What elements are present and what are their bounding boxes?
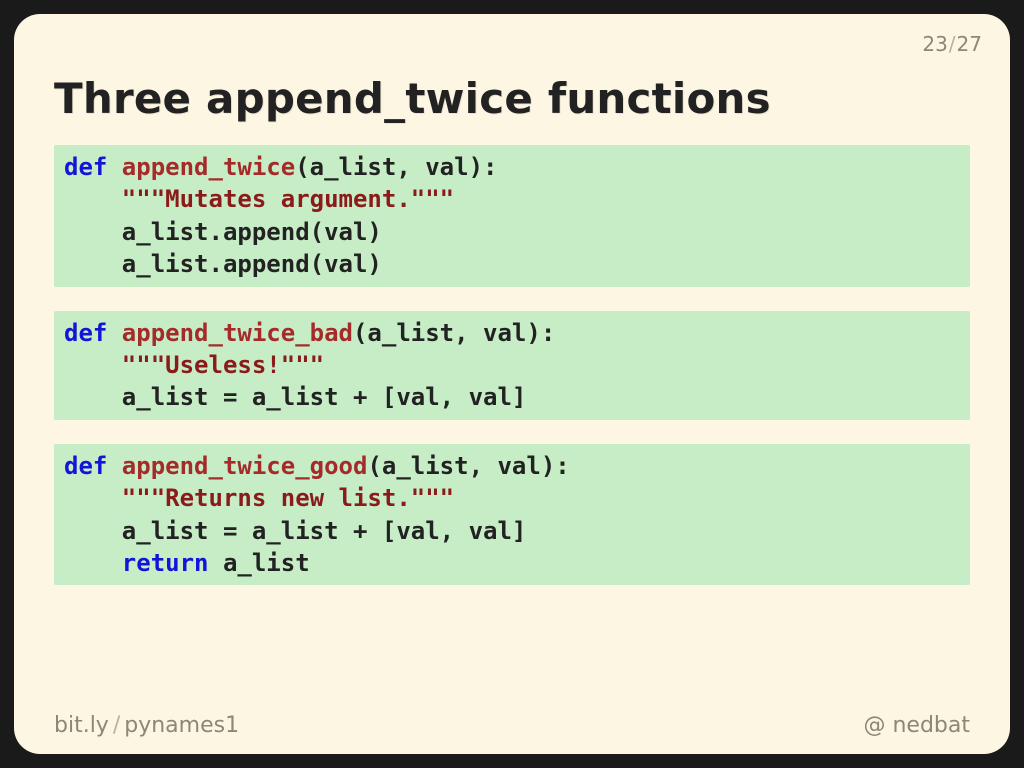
code-block-1: def append_twice(a_list, val): """Mutate… bbox=[54, 145, 970, 287]
kw-def: def bbox=[64, 319, 122, 347]
code-block-2: def append_twice_bad(a_list, val): """Us… bbox=[54, 311, 970, 420]
footer-link: bit.ly/pynames1 bbox=[54, 713, 239, 738]
page-current: 23 bbox=[922, 32, 947, 56]
indent bbox=[64, 351, 122, 379]
footer-handle: @ nedbat bbox=[863, 713, 970, 738]
kw-def: def bbox=[64, 452, 122, 480]
indent bbox=[64, 484, 122, 512]
code-line: a_list = a_list + [val, val] bbox=[64, 383, 526, 411]
fn-name: append_twice bbox=[122, 153, 295, 181]
at-sign: @ bbox=[863, 713, 885, 738]
page-total: 27 bbox=[957, 32, 982, 56]
docstring: """Returns new list.""" bbox=[122, 484, 454, 512]
docstring: """Mutates argument.""" bbox=[122, 185, 454, 213]
fn-params: (a_list, val): bbox=[367, 452, 569, 480]
docstring: """Useless!""" bbox=[122, 351, 324, 379]
fn-params: (a_list, val): bbox=[295, 153, 497, 181]
code-line: a_list.append(val) bbox=[64, 218, 382, 246]
slide-footer: bit.ly/pynames1 @ nedbat bbox=[54, 713, 970, 738]
fn-name: append_twice_bad bbox=[122, 319, 353, 347]
slide-title: Three append_twice functions bbox=[54, 74, 970, 123]
indent bbox=[64, 549, 122, 577]
slide-content: Three append_twice functions def append_… bbox=[54, 74, 970, 609]
code-line: a_list.append(val) bbox=[64, 250, 382, 278]
footer-link-host: bit.ly bbox=[54, 713, 109, 738]
code-rest: a_list bbox=[209, 549, 310, 577]
kw-def: def bbox=[64, 153, 122, 181]
indent bbox=[64, 185, 122, 213]
kw-return: return bbox=[122, 549, 209, 577]
handle-text: nedbat bbox=[892, 713, 970, 738]
slide: 23/27 Three append_twice functions def a… bbox=[14, 14, 1010, 754]
footer-link-path: pynames1 bbox=[124, 713, 239, 738]
code-block-3: def append_twice_good(a_list, val): """R… bbox=[54, 444, 970, 586]
footer-link-sep: / bbox=[113, 713, 120, 738]
page-sep: / bbox=[949, 32, 956, 56]
fn-name: append_twice_good bbox=[122, 452, 368, 480]
fn-params: (a_list, val): bbox=[353, 319, 555, 347]
page-counter: 23/27 bbox=[922, 32, 982, 56]
code-line: a_list = a_list + [val, val] bbox=[64, 517, 526, 545]
